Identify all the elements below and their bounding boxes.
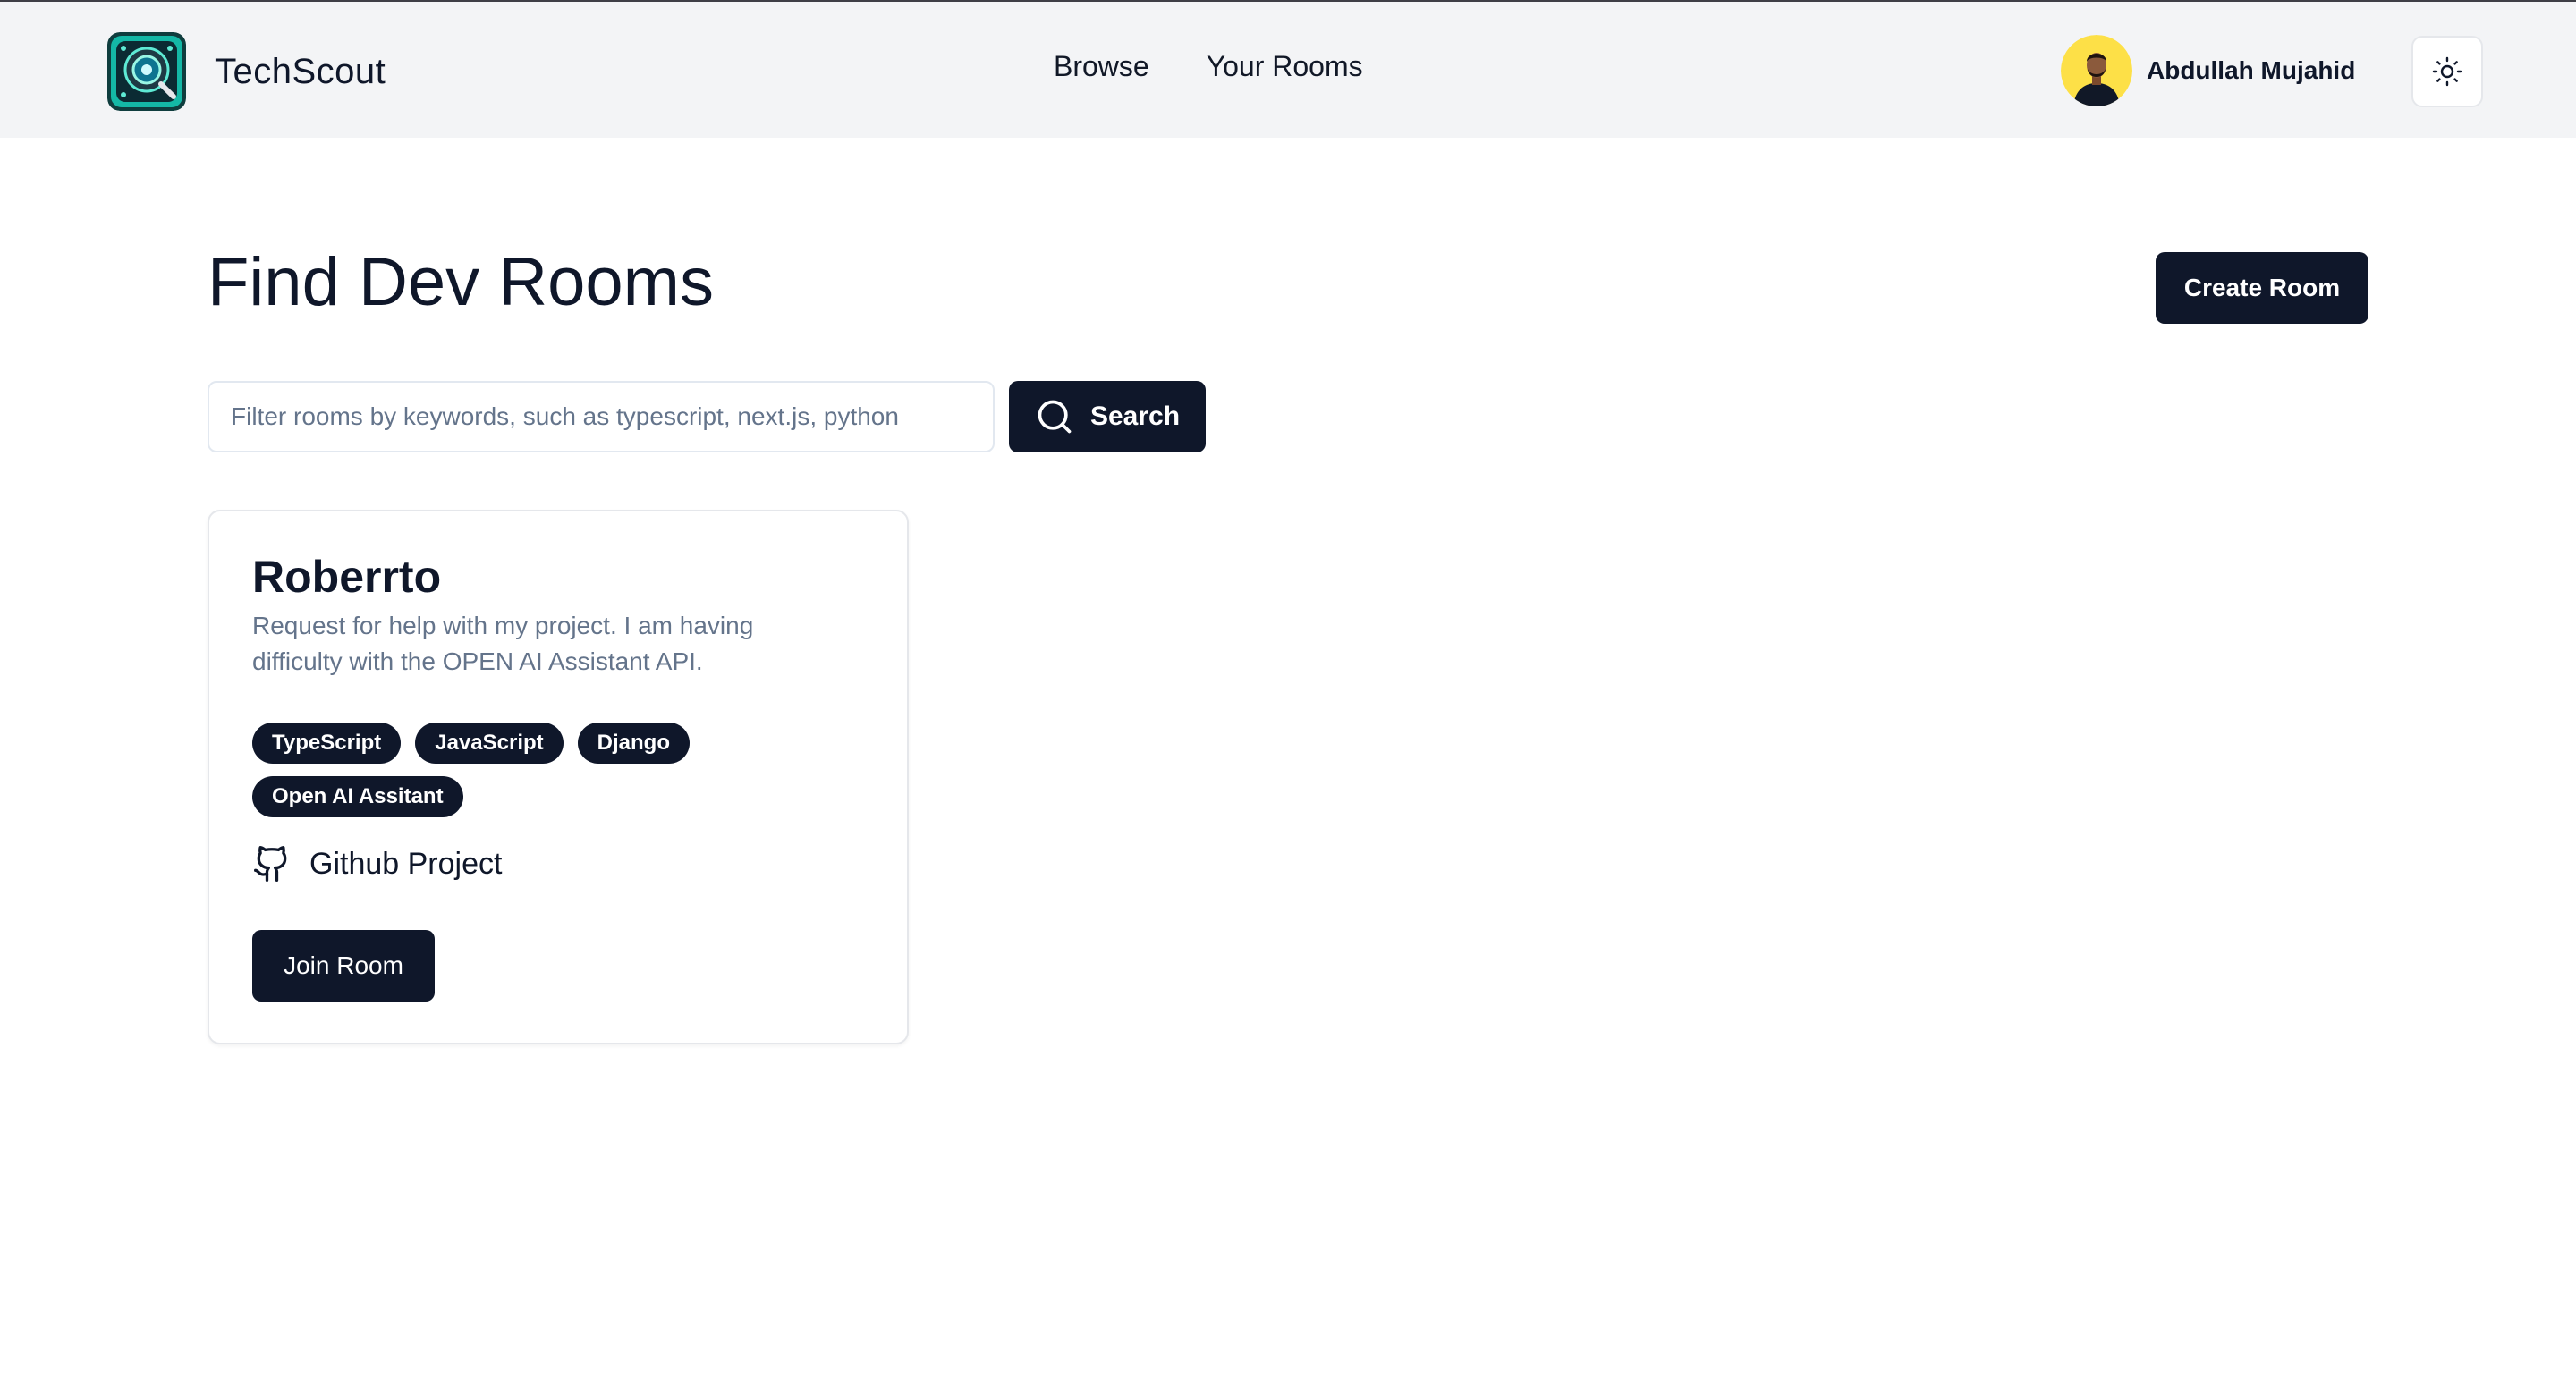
search-icon xyxy=(1038,400,1072,434)
search-input[interactable] xyxy=(208,381,995,452)
tag-badge[interactable]: Django xyxy=(577,723,690,764)
user-menu[interactable]: Abdullah Mujahid xyxy=(2061,35,2355,106)
github-project-link[interactable]: Github Project xyxy=(252,844,502,884)
user-name: Abdullah Mujahid xyxy=(2147,56,2356,84)
tag-badge[interactable]: JavaScript xyxy=(415,723,564,764)
scout-logo-icon xyxy=(107,32,186,111)
room-description: Request for help with my project. I am h… xyxy=(252,612,754,675)
search-button-label: Search xyxy=(1089,402,1181,431)
nav-your-rooms-link[interactable]: Your Rooms xyxy=(1207,50,1363,83)
sun-icon xyxy=(2432,56,2462,87)
tag-badge[interactable]: TypeScript xyxy=(252,723,402,764)
room-name: Roberrto xyxy=(252,552,442,602)
search-button[interactable]: Search xyxy=(1009,381,1206,452)
room-card: Roberrto Request for help with my projec… xyxy=(208,510,909,1044)
theme-toggle-button[interactable] xyxy=(2411,36,2483,107)
create-room-button[interactable]: Create Room xyxy=(2156,252,2368,324)
top-navbar: TechScout Browse Your Rooms Abdullah Muj… xyxy=(0,0,2576,138)
room-tags: TypeScript JavaScript Django Open AI Ass… xyxy=(252,723,753,817)
page-title: Find Dev Rooms xyxy=(208,244,714,320)
avatar xyxy=(2061,35,2132,106)
nav-browse-link[interactable]: Browse xyxy=(1054,50,1149,83)
main-nav: Browse Your Rooms xyxy=(1054,50,1363,83)
tag-badge[interactable]: Open AI Assitant xyxy=(252,776,463,817)
github-project-label: Github Project xyxy=(309,846,503,881)
join-room-button[interactable]: Join Room xyxy=(252,930,435,1002)
brand-name: TechScout xyxy=(215,51,386,91)
brand-home-link[interactable]: TechScout xyxy=(107,32,386,111)
github-icon xyxy=(254,846,287,882)
